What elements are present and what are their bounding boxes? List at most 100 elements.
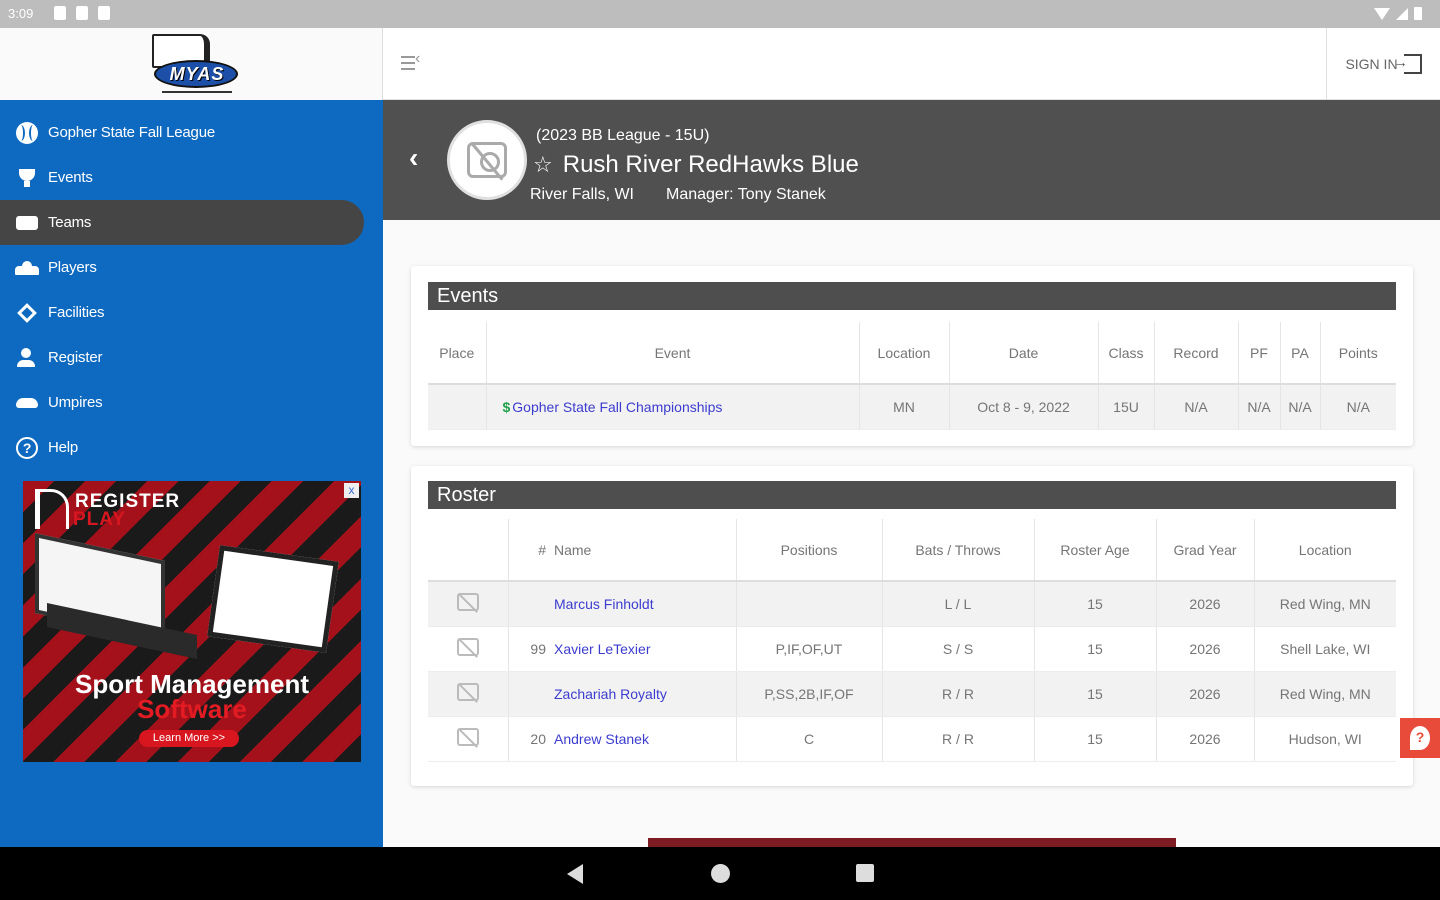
sidebar-item-label: Facilities xyxy=(48,304,105,321)
events-title: Events xyxy=(428,282,1396,310)
help-bubble-icon: ? xyxy=(1410,726,1430,750)
col-class: Class xyxy=(1098,322,1155,385)
col-location: Location xyxy=(1254,519,1396,582)
team-meta: River Falls, WI Manager: Tony Stanek xyxy=(530,186,826,204)
event-link[interactable]: $ Gopher State Fall Championships xyxy=(486,384,860,430)
player-number xyxy=(508,581,548,627)
event-name: Gopher State Fall Championships xyxy=(512,398,723,415)
sign-in-button[interactable]: SIGN IN xyxy=(1326,28,1440,100)
team-location: River Falls, WI xyxy=(530,186,634,203)
sidebar-ad-banner[interactable]: x REGISTER PLAY Sport Management Softwar… xyxy=(23,481,361,762)
sidebar-nav: Gopher State Fall League Events Teams Pl… xyxy=(0,110,383,470)
event-date: Oct 8 - 9, 2022 xyxy=(949,384,1099,430)
ad-subtitle: Software xyxy=(137,694,247,724)
player-location: Hudson, WI xyxy=(1254,716,1396,762)
team-header: ‹ (2023 BB League - 15U) ☆ Rush River Re… xyxy=(383,100,1440,220)
sidebar: MYAS Gopher State Fall League Events Tea… xyxy=(0,28,383,847)
nav-back-icon[interactable] xyxy=(567,864,583,884)
sidebar-item-facilities[interactable]: Facilities xyxy=(0,290,383,335)
player-location: Red Wing, MN xyxy=(1254,671,1396,717)
manager-name: Tony Stanek xyxy=(737,186,826,203)
ad-brand-line2: PLAY xyxy=(73,509,126,530)
roster-card: Roster # Name Positions Bats / Throws Ro… xyxy=(411,466,1413,786)
table-row[interactable]: $ Gopher State Fall Championships MN Oct … xyxy=(428,384,1396,430)
player-location: Red Wing, MN xyxy=(1254,581,1396,627)
col-grad-year: Grad Year xyxy=(1156,519,1255,582)
player-name-link[interactable]: Xavier LeTexier xyxy=(548,626,737,672)
col-location: Location xyxy=(859,322,950,385)
player-name-link[interactable]: Marcus Finholdt xyxy=(548,581,737,627)
sidebar-item-players[interactable]: Players xyxy=(0,245,383,290)
player-bats-throws: R / R xyxy=(882,716,1035,762)
favorite-star-icon[interactable]: ☆ xyxy=(533,152,553,178)
event-pa: N/A xyxy=(1280,384,1321,430)
player-photo xyxy=(428,671,509,717)
nav-recents-icon[interactable] xyxy=(856,864,874,882)
manager-label: Manager: xyxy=(666,186,734,203)
registerplay-logo-icon xyxy=(35,489,69,529)
help-chat-button[interactable]: ? xyxy=(1400,718,1440,758)
col-record: Record xyxy=(1154,322,1239,385)
col-pa: PA xyxy=(1280,322,1321,385)
ad-learn-more-button[interactable]: Learn More >> xyxy=(139,730,239,747)
sidebar-item-label: Umpires xyxy=(48,394,103,411)
sidebar-item-register[interactable]: Register xyxy=(0,335,383,380)
logo-tagline xyxy=(162,91,232,93)
diamond-icon-wrap xyxy=(14,302,40,324)
player-location: Shell Lake, WI xyxy=(1254,626,1396,672)
player-number: 99 xyxy=(508,626,548,672)
no-photo-icon xyxy=(456,728,479,746)
roster-header-row: # Name Positions Bats / Throws Roster Ag… xyxy=(428,519,1396,582)
player-age: 15 xyxy=(1034,581,1157,627)
sidebar-item-events[interactable]: Events xyxy=(0,155,383,200)
team-avatar xyxy=(447,120,527,200)
player-age: 15 xyxy=(1034,626,1157,672)
player-positions: P,SS,2B,IF,OF xyxy=(736,671,883,717)
status-time: 3:09 xyxy=(8,6,34,21)
signal-icon xyxy=(1396,7,1408,20)
team-title: ☆ Rush River RedHawks Blue xyxy=(533,151,859,179)
event-place xyxy=(428,384,487,430)
sidebar-item-label: Teams xyxy=(48,214,92,231)
col-pf: PF xyxy=(1238,322,1281,385)
sidebar-item-umpires[interactable]: Umpires xyxy=(0,380,383,425)
events-card: Events Place Event Location Date Class R… xyxy=(411,266,1413,446)
team-league: (2023 BB League - 15U) xyxy=(536,127,710,144)
col-photo xyxy=(428,519,509,582)
register-icon xyxy=(17,347,37,368)
table-row[interactable]: 99 Xavier LeTexier P,IF,OF,UT S / S 15 2… xyxy=(428,626,1396,672)
back-chevron-icon[interactable]: ‹ xyxy=(409,144,418,172)
logo-area: MYAS xyxy=(0,28,383,100)
dollar-icon: $ xyxy=(502,398,511,415)
nav-home-icon[interactable] xyxy=(711,864,730,883)
no-photo-icon xyxy=(467,142,507,178)
sidebar-item-teams[interactable]: Teams xyxy=(0,200,364,245)
player-name-link[interactable]: Zachariah Royalty xyxy=(548,671,737,717)
table-row[interactable]: 20 Andrew Stanek C R / R 15 2026 Hudson,… xyxy=(428,716,1396,762)
tablet-image xyxy=(207,545,339,653)
table-row[interactable]: Zachariah Royalty P,SS,2B,IF,OF R / R 15… xyxy=(428,671,1396,717)
sign-in-label: SIGN IN xyxy=(1345,56,1398,72)
ad-close-icon[interactable]: x xyxy=(344,483,359,498)
table-row[interactable]: Marcus Finholdt L / L 15 2026 Red Wing, … xyxy=(428,581,1396,627)
col-name: Name xyxy=(548,519,737,582)
sidebar-item-league[interactable]: Gopher State Fall League xyxy=(0,110,383,155)
sidebar-item-label: Players xyxy=(48,259,97,276)
player-positions: P,IF,OF,UT xyxy=(736,626,883,672)
system-icons xyxy=(1374,7,1422,20)
main-content: Events Place Event Location Date Class R… xyxy=(383,220,1440,847)
myas-logo[interactable]: MYAS xyxy=(152,34,240,94)
col-date: Date xyxy=(949,322,1099,385)
team-manager: Manager: Tony Stanek xyxy=(666,186,826,204)
bottom-ad-banner[interactable] xyxy=(648,838,1176,847)
event-location: MN xyxy=(859,384,950,430)
notification-icons xyxy=(54,6,110,20)
sidebar-item-help[interactable]: ? Help xyxy=(0,425,383,470)
player-name-link[interactable]: Andrew Stanek xyxy=(548,716,737,762)
android-status-bar: 3:09 xyxy=(0,0,1440,28)
player-bats-throws: L / L xyxy=(882,581,1035,627)
player-number xyxy=(508,671,548,717)
menu-collapse-icon[interactable] xyxy=(401,50,421,70)
trophy-icon-wrap xyxy=(14,167,40,189)
sidebar-item-label: Register xyxy=(48,349,103,366)
